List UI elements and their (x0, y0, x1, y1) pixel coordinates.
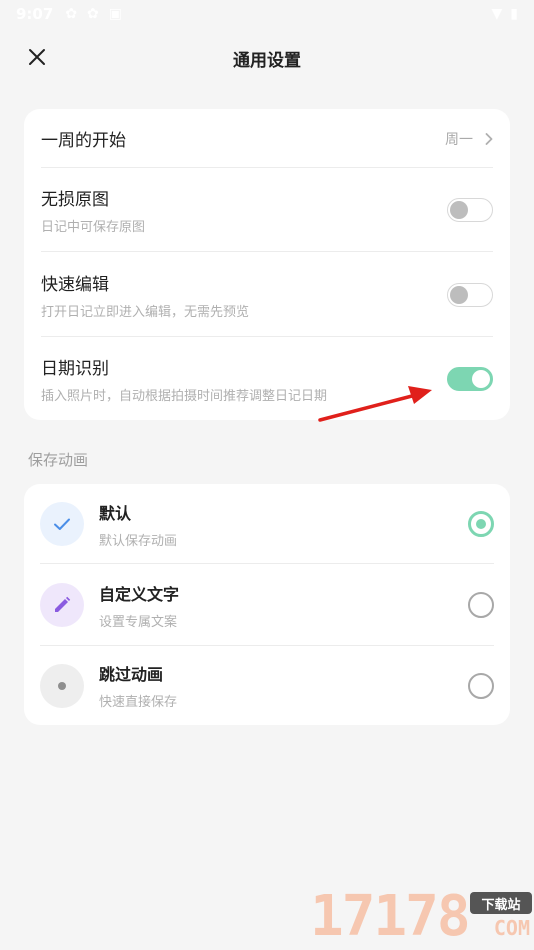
option-icon-circle (40, 502, 84, 546)
watermark-domain: COM (493, 916, 530, 940)
date-recognition-toggle[interactable] (447, 366, 493, 391)
option-icon-circle (40, 583, 84, 627)
option-title: 自定义文字 (99, 584, 180, 604)
status-bar: 9:07 ✿ ✿ ▣ ▼ ▮ (0, 0, 534, 28)
option-title: 跳过动画 (99, 665, 164, 684)
option-custom-text[interactable]: 自定义文字 设置专属文案 (24, 564, 510, 646)
setting-subtitle: 插入照片时，自动根据拍摄时间推荐调整日记日期 (41, 388, 328, 404)
option-subtitle: 默认保存动画 (99, 533, 178, 549)
settings-card: 一周的开始 周一 无损原图 日记中可保存原图 快速编辑 打开日记立即进入编辑，无… (24, 109, 510, 420)
watermark-logo: 17178 下载站 COM (310, 886, 532, 948)
setting-title: 日期识别 (41, 358, 109, 379)
setting-title: 一周的开始 (41, 131, 126, 151)
option-skip-animation[interactable]: 跳过动画 快速直接保存 (24, 646, 510, 725)
check-icon (54, 518, 70, 530)
toggle-wrap (447, 198, 493, 222)
page-title: 通用设置 (233, 50, 301, 71)
status-system-icons: ▼ ▮ (492, 6, 519, 22)
radio-default-selected[interactable] (468, 511, 494, 537)
setting-subtitle: 日记中可保存原图 (41, 220, 146, 235)
setting-text: 日期识别 插入照片时，自动根据拍摄时间推荐调整日记日期 (41, 354, 327, 404)
setting-value-group: 周一 (445, 129, 493, 149)
toggle-knob (472, 369, 490, 388)
toggle-wrap (447, 366, 493, 391)
toggle-knob (450, 201, 468, 219)
setting-date-recognition: 日期识别 插入照片时，自动根据拍摄时间推荐调整日记日期 (24, 337, 510, 420)
toggle-wrap (447, 282, 493, 307)
section-label-save-animation: 保存动画 (28, 451, 89, 469)
header: 通用设置 (0, 38, 534, 78)
setting-subtitle: 打开日记立即进入编辑，无需先预览 (41, 304, 250, 320)
setting-title: 无损原图 (41, 190, 109, 210)
option-subtitle: 快速直接保存 (99, 695, 178, 710)
close-button[interactable] (22, 42, 52, 72)
settings-gear-icon-2: ✿ (87, 6, 99, 22)
save-animation-card: 默认 默认保存动画 自定义文字 设置专属文案 跳过动画 快速直接保存 (24, 484, 510, 725)
square-notification-icon: ▣ (108, 6, 123, 22)
setting-text: 无损原图 日记中可保存原图 (41, 185, 145, 235)
toggle-knob (450, 285, 468, 304)
week-start-value: 周一 (445, 131, 473, 148)
settings-gear-icon: ✿ (65, 6, 78, 22)
option-title: 默认 (99, 503, 132, 523)
dot-icon (58, 681, 66, 690)
option-text: 自定义文字 设置专属文案 (99, 581, 179, 630)
chevron-right-icon (485, 132, 493, 145)
watermark-tag: 下载站 (470, 892, 532, 914)
close-icon (29, 49, 45, 65)
setting-week-start[interactable]: 一周的开始 周一 (24, 109, 510, 168)
option-icon-circle (40, 663, 84, 708)
setting-quick-edit: 快速编辑 打开日记立即进入编辑，无需先预览 (24, 252, 510, 337)
pencil-icon (55, 596, 71, 612)
status-notification-icons: ✿ ✿ ▣ (65, 6, 122, 22)
option-text: 跳过动画 快速直接保存 (99, 661, 177, 710)
option-text: 默认 默认保存动画 (99, 500, 177, 549)
lossless-image-toggle[interactable] (447, 198, 493, 222)
option-default[interactable]: 默认 默认保存动画 (24, 484, 510, 564)
option-subtitle: 设置专属文案 (99, 614, 178, 630)
battery-icon: ▮ (510, 6, 518, 22)
setting-title: 快速编辑 (41, 274, 109, 295)
radio-custom-text[interactable] (468, 592, 494, 618)
status-time: 9:07 (16, 5, 54, 23)
wifi-icon: ▼ (491, 6, 503, 22)
watermark-digits: 17178 (310, 884, 471, 949)
setting-text: 快速编辑 打开日记立即进入编辑，无需先预览 (41, 270, 249, 320)
quick-edit-toggle[interactable] (447, 282, 493, 307)
radio-skip-animation[interactable] (468, 672, 494, 699)
setting-lossless-image: 无损原图 日记中可保存原图 (24, 168, 510, 252)
